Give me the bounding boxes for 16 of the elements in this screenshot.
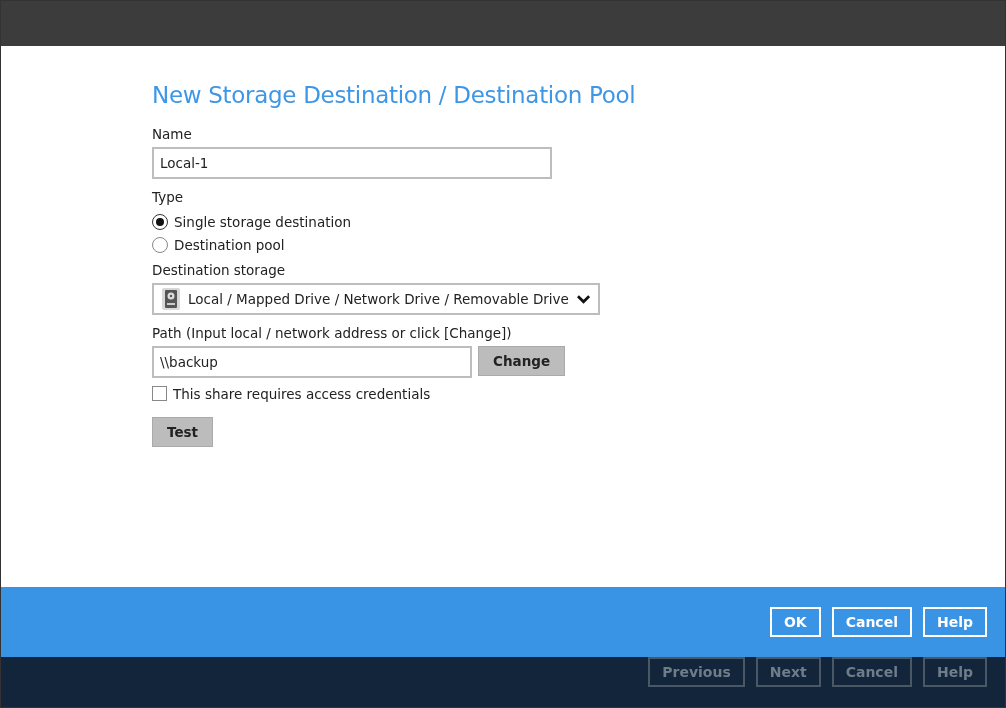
chevron-down-icon xyxy=(576,294,590,304)
destination-storage-label: Destination storage xyxy=(152,262,286,278)
test-button[interactable]: Test xyxy=(152,417,214,447)
name-label: Name xyxy=(152,126,192,142)
radio-label[interactable]: Single storage destination xyxy=(174,213,351,230)
change-button[interactable]: Change xyxy=(478,346,566,376)
name-field[interactable]: Local-1 xyxy=(152,147,552,179)
destination-storage-dropdown[interactable]: Local / Mapped Drive / Network Drive / Removable Drive xyxy=(152,283,600,315)
type-label: Type xyxy=(152,189,183,205)
path-field[interactable]: \\backup xyxy=(152,346,472,378)
checkbox-label[interactable]: This share requires access credentials xyxy=(173,385,431,402)
checkbox[interactable] xyxy=(152,386,167,401)
path-label: Path (Input local / network address or click [Change]) xyxy=(152,325,512,341)
dialog-title: New Storage Destination / Destination Pool xyxy=(152,82,636,108)
hard-drive-icon xyxy=(162,288,180,310)
radio-label[interactable]: Destination pool xyxy=(174,236,285,253)
